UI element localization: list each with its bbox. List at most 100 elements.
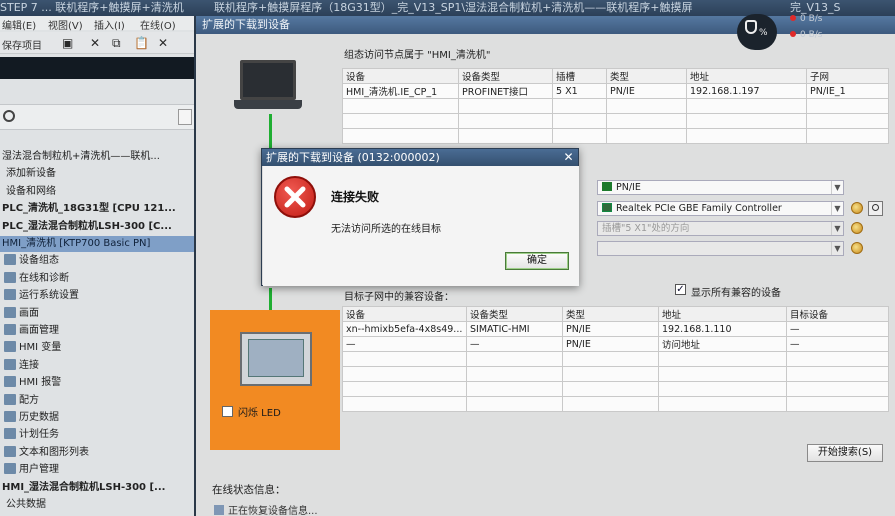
show-all-compatible-checkbox[interactable]: ✓ bbox=[675, 284, 686, 295]
connect-properties-icon[interactable] bbox=[851, 222, 863, 234]
table-cell bbox=[458, 128, 553, 144]
start-search-button[interactable]: 开始搜索(S) bbox=[807, 444, 883, 462]
connection-failed-dialog: 扩展的下载到设备 (0132:000002) ✕ 连接失败 无法访问所选的在线目… bbox=[261, 148, 579, 286]
tree-item[interactable]: 公共数据 bbox=[0, 497, 194, 513]
table-row-empty bbox=[342, 113, 889, 129]
network-port-icon bbox=[602, 182, 612, 191]
column-header[interactable]: 地址 bbox=[686, 68, 807, 84]
tree-item[interactable]: HMI 报警 bbox=[0, 375, 194, 391]
tree-item[interactable]: 运行系统设置 bbox=[0, 288, 194, 304]
table-cell bbox=[342, 396, 467, 412]
table-cell bbox=[786, 351, 889, 367]
column-header[interactable]: 设备 bbox=[342, 306, 467, 322]
tree-item[interactable]: HMI 变量 bbox=[0, 340, 194, 356]
interface-select[interactable]: Realtek PCIe GBE Family Controller ▼ bbox=[597, 201, 844, 216]
window-title-left: STEP 7 ... 联机程序+触摸屏+清洗机 bbox=[0, 1, 184, 14]
table-cell bbox=[466, 381, 563, 397]
tree-item[interactable]: 文本和图形列表 bbox=[0, 445, 194, 461]
column-header[interactable]: 目标设备 bbox=[786, 306, 889, 322]
tree-node-icon bbox=[4, 358, 16, 370]
table-row-empty bbox=[342, 396, 889, 412]
network-monitor-widget[interactable]: % bbox=[737, 14, 777, 50]
toolbar: 保存项目 ▣ ✕ ⧉ 📋 ✕ bbox=[0, 32, 194, 54]
table-cell: PN/IE bbox=[562, 336, 659, 352]
column-header[interactable]: 类型 bbox=[562, 306, 659, 322]
column-header[interactable]: 设备类型 bbox=[466, 306, 563, 322]
menu-view[interactable]: 视图(V) bbox=[48, 17, 83, 32]
tree-item[interactable]: 设备和网络 bbox=[0, 184, 194, 200]
chevron-down-icon: ▼ bbox=[831, 202, 843, 215]
network-line bbox=[269, 114, 272, 150]
tree-node-icon bbox=[4, 393, 16, 405]
paste-icon[interactable]: 📋 bbox=[134, 36, 149, 50]
column-header[interactable]: 类型 bbox=[606, 68, 687, 84]
column-header[interactable]: 插槽 bbox=[552, 68, 607, 84]
tree-item-label: 在线和诊断 bbox=[19, 272, 69, 284]
table-cell bbox=[562, 366, 659, 382]
tree-item[interactable]: 用户管理 bbox=[0, 462, 194, 478]
table-row[interactable]: xn--hmixb5efa-4x8s49... SIMATIC-HMI PN/IE 1… bbox=[342, 321, 889, 337]
tree-item-label: HMI 报警 bbox=[19, 377, 62, 389]
interface-diagnostics-button[interactable] bbox=[868, 201, 883, 216]
tree-item-label: HMI_清洗机 [KTP700 Basic PN] bbox=[2, 238, 151, 249]
table-cell: — bbox=[342, 336, 467, 352]
table-cell bbox=[658, 396, 787, 412]
config-header: 组态访问节点属于 "HMI_清洗机" bbox=[344, 50, 491, 61]
save-project-button[interactable]: 保存项目 bbox=[2, 37, 42, 52]
flash-led-checkbox[interactable] bbox=[222, 406, 233, 417]
table-cell: 访问地址 bbox=[658, 336, 787, 352]
delete-icon[interactable]: ✕ bbox=[158, 36, 168, 50]
tree-item-label: 画面 bbox=[19, 307, 39, 319]
tree-item[interactable]: 在线和诊断 bbox=[0, 271, 194, 287]
tree-item-label: 湿法混合制粒机+清洗机——联机... bbox=[2, 151, 160, 162]
table-row[interactable]: — — PN/IE 访问地址 — bbox=[342, 336, 889, 352]
table-cell bbox=[466, 366, 563, 382]
search-icon[interactable] bbox=[3, 110, 15, 122]
close-icon[interactable]: ✕ bbox=[561, 150, 576, 165]
error-cross-icon bbox=[284, 186, 306, 208]
column-header[interactable]: 设备类型 bbox=[458, 68, 553, 84]
tree-item[interactable]: HMI_湿法混合制粒机LSH-300 [... bbox=[0, 480, 194, 496]
tree-item[interactable]: 设备组态 bbox=[0, 253, 194, 269]
table-cell bbox=[342, 113, 459, 129]
tree-item[interactable]: PLC_湿法混合制粒机LSH-300 [C... bbox=[0, 219, 194, 235]
column-header[interactable]: 设备 bbox=[342, 68, 459, 84]
interface-type-select[interactable]: PN/IE ▼ bbox=[597, 180, 844, 195]
column-header[interactable]: 地址 bbox=[658, 306, 787, 322]
tree-item[interactable]: 配方 bbox=[0, 393, 194, 409]
tree-item-label: 计划任务 bbox=[19, 429, 59, 441]
tree-item-label: 添加新设备 bbox=[6, 168, 56, 180]
chevron-down-icon: ▼ bbox=[831, 222, 843, 235]
tree-item[interactable]: 画面管理 bbox=[0, 323, 194, 339]
table-row[interactable]: HMI_清洗机.IE_CP_1 PROFINET接口 5 X1 PN/IE 192.16… bbox=[342, 83, 889, 99]
column-header[interactable]: 子网 bbox=[806, 68, 889, 84]
tree-item[interactable]: HMI_清洗机 [KTP700 Basic PN] bbox=[0, 236, 194, 252]
table-cell: PN/IE_1 bbox=[806, 83, 889, 99]
tree-node-icon bbox=[4, 376, 16, 388]
tree-item-label: 连接 bbox=[19, 359, 39, 371]
menu-edit[interactable]: 编辑(E) bbox=[2, 17, 36, 32]
menu-online[interactable]: 在线(O) bbox=[140, 17, 176, 32]
tree-item[interactable]: 画面 bbox=[0, 306, 194, 322]
tree-item[interactable]: 湿法混合制粒机+清洗机——联机... bbox=[0, 149, 194, 165]
menu-insert[interactable]: 插入(I) bbox=[94, 17, 125, 32]
gateway-properties-icon[interactable] bbox=[851, 242, 863, 254]
tree-item[interactable]: 连接 bbox=[0, 358, 194, 374]
table-cell bbox=[786, 396, 889, 412]
tree-item[interactable]: PLC_清洗机_18G31型 [CPU 121... bbox=[0, 201, 194, 217]
table-row-empty bbox=[342, 351, 889, 367]
tree-item-label: 画面管理 bbox=[19, 325, 59, 336]
tree-item[interactable]: 添加新设备 bbox=[0, 166, 194, 182]
copy-icon[interactable]: ⧉ bbox=[112, 36, 121, 50]
tree-options-button[interactable] bbox=[178, 109, 192, 125]
cut-icon[interactable]: ✕ bbox=[90, 36, 100, 50]
connect-to-select[interactable]: 插槽"5 X1"处的方向 ▼ bbox=[597, 221, 844, 236]
gateway-select[interactable]: ▼ bbox=[597, 241, 844, 256]
interface-properties-icon[interactable] bbox=[851, 202, 863, 214]
tree-item[interactable]: 历史数据 bbox=[0, 410, 194, 426]
table-row-empty bbox=[342, 98, 889, 114]
info-icon bbox=[214, 505, 224, 515]
ok-button[interactable]: 确定 bbox=[505, 252, 569, 270]
save-icon[interactable]: ▣ bbox=[62, 36, 73, 50]
tree-item[interactable]: 计划任务 bbox=[0, 427, 194, 443]
